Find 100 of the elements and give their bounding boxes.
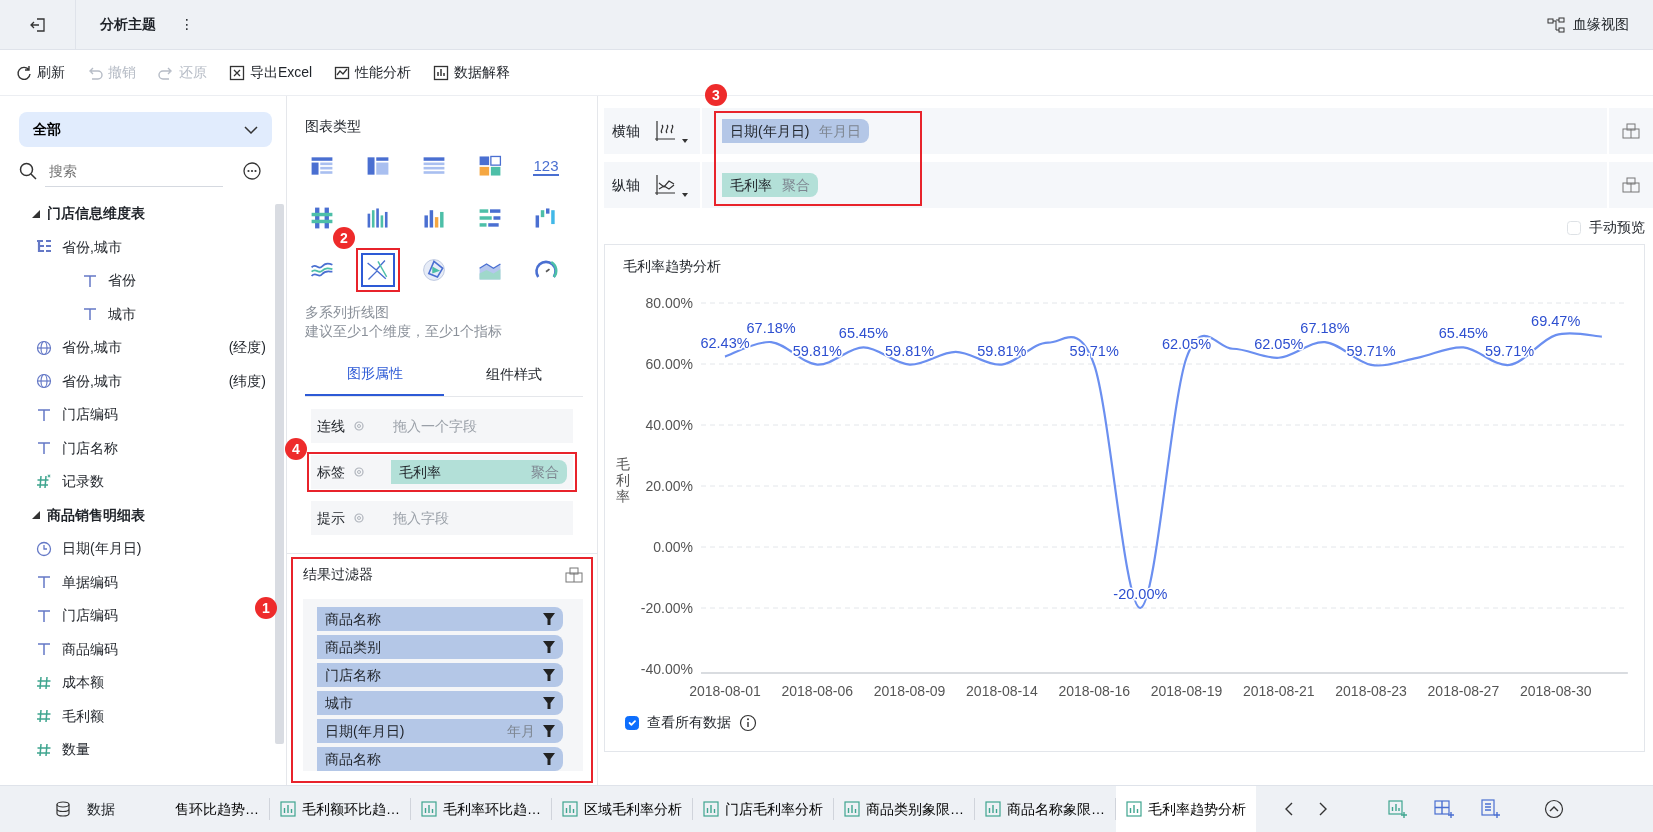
triangle-icon[interactable] <box>32 511 40 520</box>
filter-icon[interactable] <box>543 724 555 738</box>
y-axis-title: 毛利率 <box>616 456 630 505</box>
filter-item[interactable]: 门店名称 <box>317 663 563 687</box>
radar-chart-icon <box>421 257 447 283</box>
field-item[interactable]: 门店名称 <box>62 437 118 459</box>
field-item[interactable]: 门店编码 <box>62 605 118 627</box>
filter-item[interactable]: 商品类别 <box>317 635 563 659</box>
field-item[interactable]: 商品编码 <box>62 638 118 660</box>
triangle-icon[interactable] <box>32 209 40 218</box>
field-item[interactable]: 省份,城市 <box>62 337 122 359</box>
filter-item[interactable]: 商品名称 <box>317 747 563 771</box>
data-label: 59.81% <box>885 342 935 359</box>
x-tick-label: 2018-08-27 <box>1427 683 1500 700</box>
collapse-icon[interactable] <box>1544 799 1564 819</box>
toolbox-icon[interactable] <box>1622 123 1640 139</box>
data-label: 59.71% <box>1346 343 1396 360</box>
field-item[interactable]: 日期(年月日) <box>62 538 142 560</box>
data-tab[interactable]: 数据 <box>0 792 165 826</box>
add-page-icon[interactable] <box>1480 799 1500 819</box>
x-tick-label: 2018-08-16 <box>1058 683 1130 700</box>
checkbox-label: 手动预览 <box>1589 218 1645 237</box>
table-name[interactable]: 门店信息维度表 <box>47 203 145 225</box>
sheet-tab[interactable]: 门店毛利率分析 <box>693 798 834 820</box>
field-item[interactable]: 省份 <box>108 270 136 292</box>
field-pill[interactable]: 毛利率 聚合 <box>391 460 567 484</box>
sheet-tab[interactable]: 区域毛利率分析 <box>552 798 693 820</box>
sheet-tab[interactable]: 售环比趋势… <box>165 798 270 820</box>
field-item[interactable]: 毛利额 <box>62 705 104 727</box>
chart-icon <box>844 801 860 817</box>
text-field-icon <box>36 607 52 624</box>
section-title: 图表类型 <box>305 117 362 136</box>
x-tick-label: 2018-08-01 <box>689 683 761 700</box>
toolbox-icon[interactable] <box>1622 177 1640 193</box>
chart-icon <box>280 801 296 817</box>
chart-icon <box>562 801 578 817</box>
chart-type-option[interactable]: 123 <box>529 149 563 183</box>
excel-button[interactable]: 导出Excel <box>229 62 313 83</box>
field-item[interactable]: 记录数 <box>62 471 104 493</box>
chevron-right-icon[interactable] <box>1318 802 1328 816</box>
field-item[interactable]: 成本额 <box>62 672 104 694</box>
chevron-left-icon[interactable] <box>1284 802 1294 816</box>
checkbox-label: 查看所有数据 <box>647 714 731 733</box>
filter-icon[interactable] <box>543 612 555 626</box>
grid-icon <box>477 153 503 179</box>
data-label: 62.43% <box>700 334 750 351</box>
property-tab[interactable]: 组件样式 <box>444 355 583 396</box>
sheet-tab[interactable]: 毛利率趋势分析 <box>1116 785 1256 832</box>
scrollbar[interactable] <box>275 204 284 744</box>
section-title: 结果过滤器 <box>303 565 373 584</box>
sheet-tab[interactable]: 毛利率环比趋… <box>411 798 552 820</box>
chart-type-option[interactable] <box>361 253 395 287</box>
callout-badge: 2 <box>333 227 355 249</box>
filter-icon[interactable] <box>543 696 555 710</box>
field-item[interactable]: 省份,城市 <box>62 370 122 392</box>
field-item[interactable]: 单据编码 <box>62 571 118 593</box>
checkbox[interactable] <box>625 716 639 731</box>
y-tick-label: -40.00% <box>640 661 693 678</box>
property-tab[interactable]: 图形属性 <box>305 355 444 396</box>
explain-button[interactable]: 数据解释 <box>433 62 511 83</box>
y-tick-label: 60.00% <box>645 356 693 373</box>
axis-type-button[interactable] <box>654 119 688 143</box>
property-label: 标签 <box>317 462 345 482</box>
field-item[interactable]: 省份,城市 <box>62 236 122 258</box>
performance-button[interactable]: 性能分析 <box>334 62 412 83</box>
filter-item[interactable]: 日期(年月日) 年月 <box>317 719 563 743</box>
filter-item[interactable]: 城市 <box>317 691 563 715</box>
chart-icon <box>421 801 437 817</box>
info-icon[interactable] <box>739 714 757 733</box>
text-field-icon <box>82 272 98 289</box>
axis-type-button[interactable] <box>654 173 688 197</box>
refresh-button[interactable]: 刷新 <box>16 62 65 83</box>
lineage-view-button[interactable]: 血缘视图 <box>1547 14 1629 35</box>
field-item[interactable]: 门店编码 <box>62 404 118 426</box>
column-chart-icon <box>365 205 391 231</box>
back-icon[interactable] <box>29 16 46 33</box>
field-item[interactable]: 数量 <box>62 739 90 761</box>
property-label: 连线 <box>317 416 345 436</box>
more-icon[interactable] <box>243 162 261 180</box>
text-field-icon <box>36 440 52 457</box>
axis-label: 纵轴 <box>612 175 640 195</box>
field-item[interactable]: 城市 <box>108 303 136 325</box>
data-label: 59.81% <box>792 342 842 359</box>
toolbox-icon[interactable] <box>565 566 583 583</box>
sheet-tab[interactable]: 毛利额环比趋… <box>270 798 411 820</box>
add-table-icon[interactable] <box>1434 799 1454 819</box>
more-menu-button[interactable]: ⋮ <box>180 14 194 35</box>
add-chart-icon[interactable] <box>1388 799 1408 819</box>
field-pill[interactable]: 毛利率 聚合 <box>722 173 818 197</box>
scope-dropdown[interactable]: 全部 <box>19 112 272 147</box>
filter-icon[interactable] <box>543 640 555 654</box>
sheet-tab[interactable]: 商品类别象限… <box>834 798 975 820</box>
filter-icon[interactable] <box>543 752 555 766</box>
hash-icon <box>36 473 52 490</box>
refresh-icon <box>16 64 32 81</box>
y-tick-label: 20.00% <box>645 478 693 495</box>
field-pill[interactable]: 日期(年月日) 年月日 <box>722 119 870 143</box>
filter-icon[interactable] <box>543 668 555 682</box>
filter-item[interactable]: 商品名称 <box>317 607 563 631</box>
table-name[interactable]: 商品销售明细表 <box>47 504 145 526</box>
